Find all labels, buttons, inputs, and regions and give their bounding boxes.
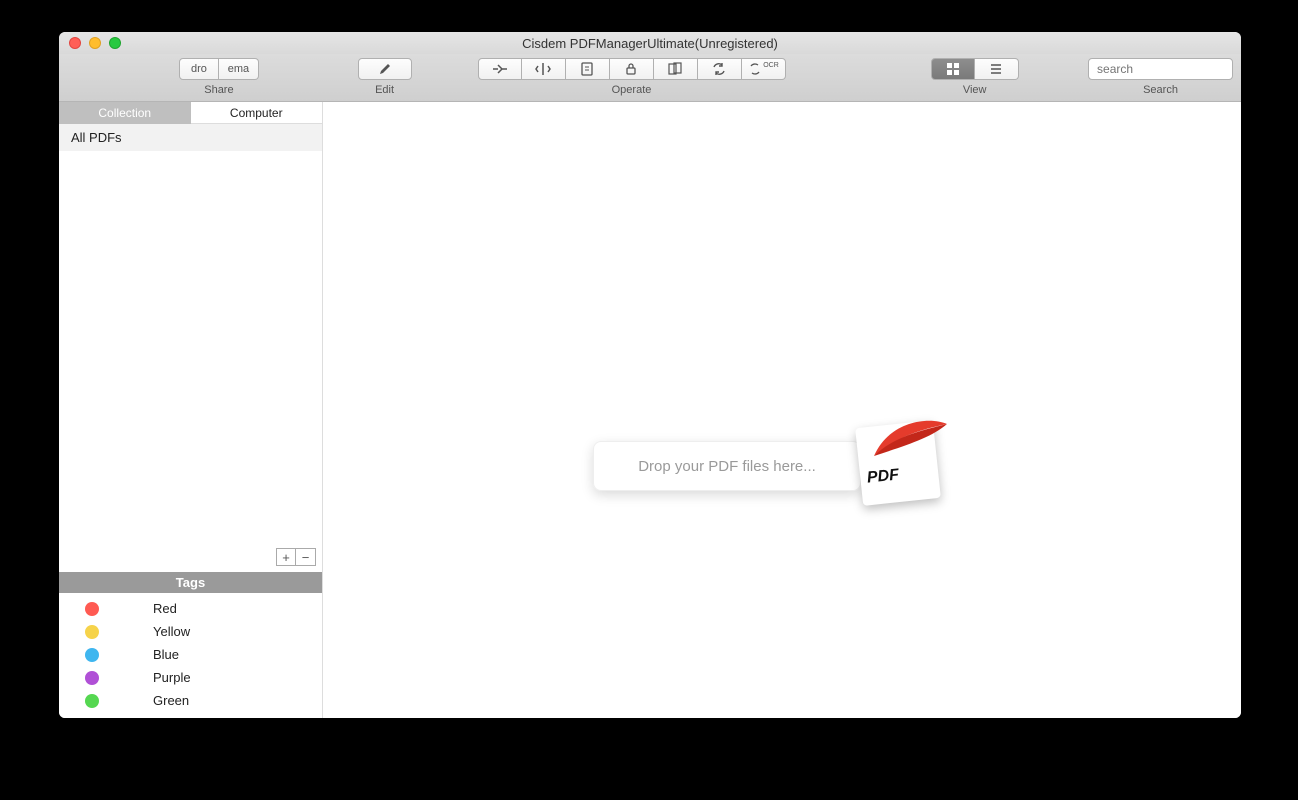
red-dot-icon — [85, 602, 99, 616]
edit-label: Edit — [375, 84, 394, 96]
close-window-button[interactable] — [69, 37, 81, 49]
tag-red[interactable]: Red — [59, 597, 322, 620]
view-grid-button[interactable] — [931, 58, 975, 80]
add-button[interactable]: + — [276, 548, 296, 566]
tab-collection[interactable]: Collection — [59, 102, 191, 124]
tag-green[interactable]: Green — [59, 689, 322, 712]
pages-icon — [667, 62, 683, 76]
merge-icon — [492, 62, 508, 76]
purple-dot-icon — [85, 671, 99, 685]
tag-label: Green — [153, 693, 189, 708]
operate-extract-button[interactable] — [654, 58, 698, 80]
window-title: Cisdem PDFManagerUltimate(Unregistered) — [59, 36, 1241, 51]
body: Collection Computer All PDFs + − Tags Re… — [59, 102, 1241, 718]
pencil-icon — [378, 62, 392, 76]
operate-convert-button[interactable] — [698, 58, 742, 80]
tab-computer[interactable]: Computer — [191, 102, 323, 124]
toolbar: dro ema Share Edit — [59, 54, 1241, 102]
dropzone[interactable]: Drop your PDF files here... PDF — [593, 432, 983, 500]
green-dot-icon — [85, 694, 99, 708]
convert-icon — [711, 62, 727, 76]
grid-icon — [946, 62, 960, 76]
maximize-window-button[interactable] — [109, 37, 121, 49]
app-window: Cisdem PDFManagerUltimate(Unregistered) … — [59, 32, 1241, 718]
share-label: Share — [204, 84, 233, 96]
minimize-window-button[interactable] — [89, 37, 101, 49]
sidebar: Collection Computer All PDFs + − Tags Re… — [59, 102, 323, 718]
list-icon — [989, 62, 1003, 76]
view-label: View — [963, 84, 987, 96]
sidebar-tabs: Collection Computer — [59, 102, 322, 124]
pdf-file-icon: PDF — [849, 416, 959, 516]
sidebar-list: All PDFs + − — [59, 124, 322, 572]
pdf-badge: PDF — [866, 466, 900, 487]
edit-group: Edit — [358, 58, 412, 96]
tag-blue[interactable]: Blue — [59, 643, 322, 666]
yellow-dot-icon — [85, 625, 99, 639]
tag-label: Blue — [153, 647, 179, 662]
sidebar-item-all-pdfs[interactable]: All PDFs — [59, 124, 322, 151]
operate-label: Operate — [612, 84, 652, 96]
share-airdrop-button[interactable]: dro — [179, 58, 219, 80]
tag-yellow[interactable]: Yellow — [59, 620, 322, 643]
add-remove-controls: + − — [276, 548, 316, 566]
tags-list: Red Yellow Blue Purple Green — [59, 593, 322, 718]
lock-icon — [624, 62, 638, 76]
operate-split-button[interactable] — [522, 58, 566, 80]
tags-header: Tags — [59, 572, 322, 593]
window-controls — [59, 37, 121, 49]
operate-ocr-button[interactable]: OCR — [742, 58, 786, 80]
view-list-button[interactable] — [975, 58, 1019, 80]
drop-hint: Drop your PDF files here... — [593, 441, 861, 491]
tag-label: Purple — [153, 670, 191, 685]
operate-encrypt-button[interactable] — [610, 58, 654, 80]
page-icon — [580, 62, 594, 76]
share-group: dro ema Share — [179, 58, 259, 96]
tag-purple[interactable]: Purple — [59, 666, 322, 689]
search-label: Search — [1143, 84, 1178, 96]
blue-dot-icon — [85, 648, 99, 662]
share-email-button[interactable]: ema — [219, 58, 259, 80]
tag-label: Red — [153, 601, 177, 616]
search-input[interactable] — [1088, 58, 1233, 80]
remove-button[interactable]: − — [296, 548, 316, 566]
main-area[interactable]: Drop your PDF files here... PDF — [323, 102, 1241, 718]
titlebar: Cisdem PDFManagerUltimate(Unregistered) — [59, 32, 1241, 54]
operate-merge-button[interactable] — [478, 58, 522, 80]
edit-button[interactable] — [358, 58, 412, 80]
tag-label: Yellow — [153, 624, 190, 639]
view-group: View — [931, 58, 1019, 96]
ocr-icon: OCR — [748, 62, 778, 76]
operate-group: OCR Operate — [478, 58, 786, 96]
operate-compress-button[interactable] — [566, 58, 610, 80]
split-icon — [535, 62, 551, 76]
search-group: Search — [1088, 58, 1233, 96]
